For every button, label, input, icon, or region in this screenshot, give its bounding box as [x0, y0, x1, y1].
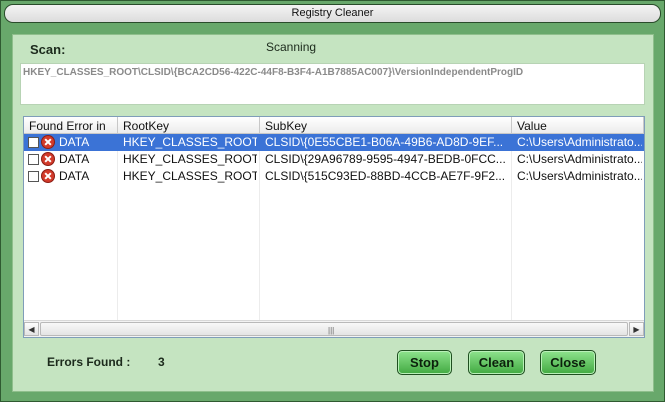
error-icon	[41, 169, 55, 183]
cell-subkey: CLSID\{0E55CBE1-B06A-49B6-AD8D-9EF...	[265, 135, 504, 149]
cell-subkey: CLSID\{515C93ED-88BD-4CCB-AE7F-9F2...	[265, 169, 506, 183]
cell-rootkey: HKEY_CLASSES_ROOT	[123, 169, 257, 183]
row-checkbox[interactable]	[28, 154, 39, 165]
table-row[interactable]: DATA HKEY_CLASSES_ROOT CLSID\{0E55CBE1-B…	[24, 134, 644, 151]
errors-found-count: 3	[158, 355, 165, 369]
grip-icon: |||	[328, 326, 335, 335]
list-header: Found Error in RootKey SubKey Value	[24, 117, 644, 134]
current-path-text: HKEY_CLASSES_ROOT\CLSID\{BCA2CD56-422C-4…	[23, 67, 524, 78]
cell-value: C:\Users\Administrato...	[517, 152, 642, 166]
horizontal-scrollbar[interactable]: ◀ ||| ▶	[24, 320, 644, 337]
column-header-rootkey[interactable]: RootKey	[118, 117, 260, 134]
current-path-box: HKEY_CLASSES_ROOT\CLSID\{BCA2CD56-422C-4…	[20, 63, 645, 105]
cell-found: DATA	[59, 169, 90, 183]
cell-rootkey: HKEY_CLASSES_ROOT	[123, 152, 257, 166]
scroll-left-icon[interactable]: ◀	[24, 322, 39, 336]
cell-value: C:\Users\Administrato...	[517, 169, 642, 183]
table-row[interactable]: DATA HKEY_CLASSES_ROOT CLSID\{515C93ED-8…	[24, 168, 644, 185]
close-button[interactable]: Close	[540, 350, 596, 375]
cell-subkey: CLSID\{29A96789-9595-4947-BEDB-0FCC...	[265, 152, 506, 166]
cell-value: C:\Users\Administrato...	[517, 135, 642, 149]
clean-button[interactable]: Clean	[468, 350, 525, 375]
registry-cleaner-window: Registry Cleaner Scan: Scanning HKEY_CLA…	[0, 0, 665, 402]
errors-found-label: Errors Found :	[47, 355, 131, 369]
error-icon	[41, 135, 55, 149]
stop-button[interactable]: Stop	[397, 350, 452, 375]
window-title: Registry Cleaner	[291, 7, 374, 19]
row-checkbox[interactable]	[28, 171, 39, 182]
column-header-value[interactable]: Value	[512, 117, 644, 134]
column-header-subkey[interactable]: SubKey	[260, 117, 512, 134]
cell-rootkey: HKEY_CLASSES_ROOT	[123, 135, 257, 149]
main-panel: Scan: Scanning HKEY_CLASSES_ROOT\CLSID\{…	[12, 34, 654, 392]
scroll-right-icon[interactable]: ▶	[629, 322, 644, 336]
scan-status: Scanning	[266, 40, 317, 54]
table-row[interactable]: DATA HKEY_CLASSES_ROOT CLSID\{29A96789-9…	[24, 151, 644, 168]
results-list[interactable]: Found Error in RootKey SubKey Value DATA…	[23, 116, 645, 338]
column-header-found-error-in[interactable]: Found Error in	[24, 117, 118, 134]
scan-label: Scan:	[30, 42, 66, 57]
scrollbar-thumb[interactable]: |||	[40, 322, 628, 336]
cell-found: DATA	[59, 135, 90, 149]
list-body: DATA HKEY_CLASSES_ROOT CLSID\{0E55CBE1-B…	[24, 134, 644, 321]
cell-found: DATA	[59, 152, 90, 166]
row-checkbox[interactable]	[28, 137, 39, 148]
title-bar[interactable]: Registry Cleaner	[4, 4, 661, 23]
error-icon	[41, 152, 55, 166]
